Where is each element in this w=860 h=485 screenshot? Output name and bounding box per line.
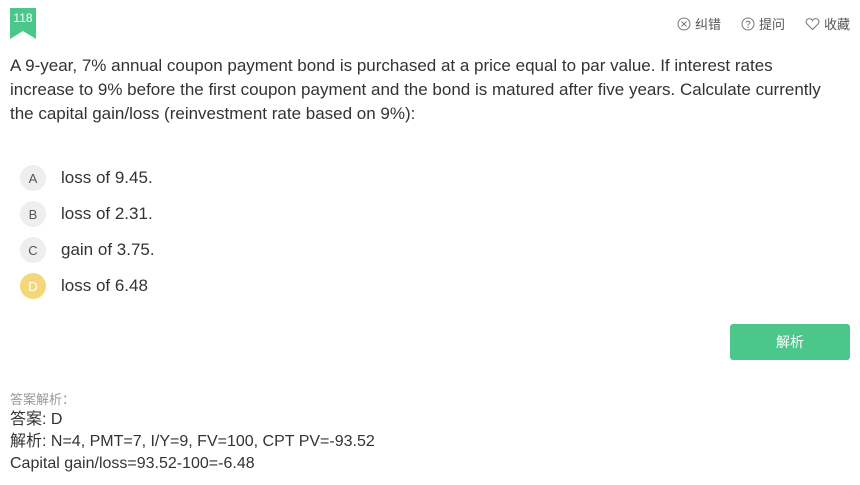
option-text: loss of 6.48 [61,276,148,295]
report-error-label: 纠错 [694,17,721,32]
favorite-button[interactable]: 收藏 [805,14,850,33]
option-text: loss of 2.31. [61,204,153,223]
heart-icon [805,17,820,30]
option-d[interactable]: D loss of 6.48 [20,273,155,299]
analysis-content: 答案: D 解析: N=4, PMT=7, I/Y=9, FV=100, CPT… [10,409,375,475]
analysis-heading: 答案解析： [10,392,76,407]
close-circle-icon [677,17,691,30]
question-number: 118 [13,11,33,25]
options-list: A loss of 9.45. B loss of 2.31. C gain o… [20,165,155,309]
report-error-button[interactable]: 纠错 [677,14,721,33]
option-letter: B [20,201,46,227]
option-text: loss of 9.45. [61,168,153,187]
analysis-extra: Capital gain/loss=93.52-100=-6.48 [10,455,255,472]
analysis-answer: 答案: D [10,411,63,428]
option-letter-selected: D [20,273,46,299]
option-letter: C [20,237,46,263]
option-text: gain of 3.75. [61,240,155,259]
ask-question-button[interactable]: 提问 [741,14,785,33]
question-circle-icon [741,17,755,30]
ask-question-label: 提问 [758,17,785,32]
option-letter: A [20,165,46,191]
question-number-badge: 118 [10,8,36,39]
option-b[interactable]: B loss of 2.31. [20,201,155,227]
option-c[interactable]: C gain of 3.75. [20,237,155,263]
favorite-label: 收藏 [823,17,850,32]
analysis-explanation: 解析: N=4, PMT=7, I/Y=9, FV=100, CPT PV=-9… [10,433,375,450]
option-a[interactable]: A loss of 9.45. [20,165,155,191]
analyze-button[interactable]: 解析 [730,324,850,360]
question-text: A 9-year, 7% annual coupon payment bond … [10,56,821,123]
toolbar: 纠错 提问 收藏 [677,14,850,33]
